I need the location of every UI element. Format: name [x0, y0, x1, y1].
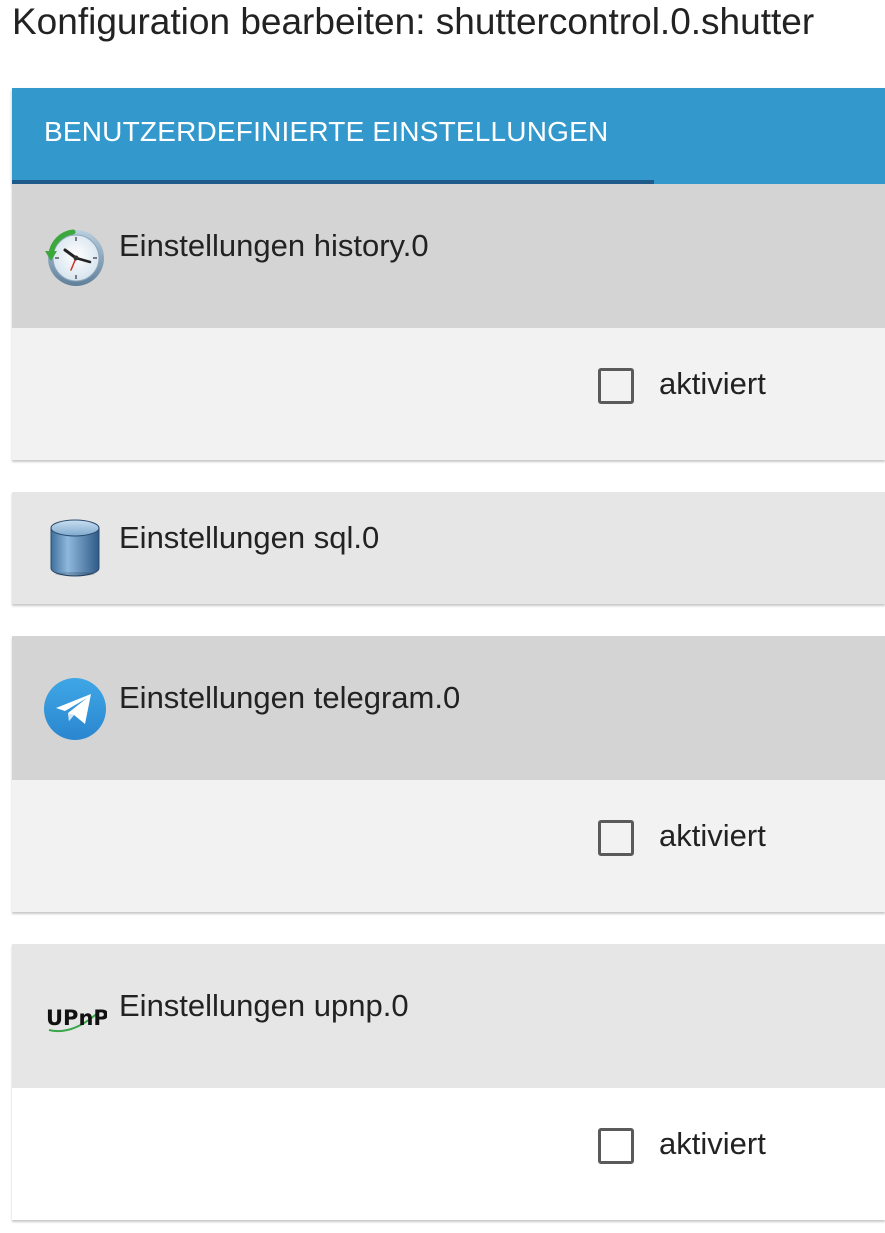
database-cylinder-icon [43, 516, 107, 580]
panel-title: Einstellungen sql.0 [119, 520, 380, 555]
panel-header-telegram[interactable]: Einstellungen telegram.0 [12, 636, 885, 780]
panel-sql: Einstellungen sql.0 [12, 492, 885, 604]
svg-text:UPnP: UPnP [46, 1006, 107, 1030]
checkbox-label: aktiviert [659, 818, 766, 853]
panel-title: Einstellungen telegram.0 [119, 680, 461, 715]
tab-custom-settings[interactable]: BENUTZERDEFINIERTE EINSTELLUNGEN [12, 88, 654, 184]
panel-upnp: UPnP Einstellungen upnp.0 aktiviert [12, 944, 885, 1220]
history-clock-icon [43, 224, 107, 288]
tab-bar: BENUTZERDEFINIERTE EINSTELLUNGEN [12, 88, 885, 184]
panel-telegram: Einstellungen telegram.0 aktiviert [12, 636, 885, 912]
panel-header-upnp[interactable]: UPnP Einstellungen upnp.0 [12, 944, 885, 1088]
checkbox-label: aktiviert [659, 366, 766, 401]
checkbox-box[interactable] [598, 368, 634, 404]
checkbox-box[interactable] [598, 1128, 634, 1164]
panel-body-upnp: aktiviert [12, 1088, 885, 1220]
panel-history: Einstellungen history.0 aktiviert [12, 184, 885, 460]
panel-body-history: aktiviert [12, 328, 885, 460]
panel-title: Einstellungen upnp.0 [119, 988, 409, 1023]
checkbox-box[interactable] [598, 820, 634, 856]
panel-header-history[interactable]: Einstellungen history.0 [12, 184, 885, 328]
telegram-icon [43, 676, 107, 740]
panel-body-telegram: aktiviert [12, 780, 885, 912]
upnp-logo-icon: UPnP [43, 992, 109, 1056]
panel-header-sql[interactable]: Einstellungen sql.0 [12, 492, 885, 604]
tab-label: BENUTZERDEFINIERTE EINSTELLUNGEN [44, 116, 609, 147]
panel-title: Einstellungen history.0 [119, 228, 429, 263]
dialog-title: Konfiguration bearbeiten: shuttercontrol… [12, 1, 815, 42]
checkbox-label: aktiviert [659, 1126, 766, 1161]
